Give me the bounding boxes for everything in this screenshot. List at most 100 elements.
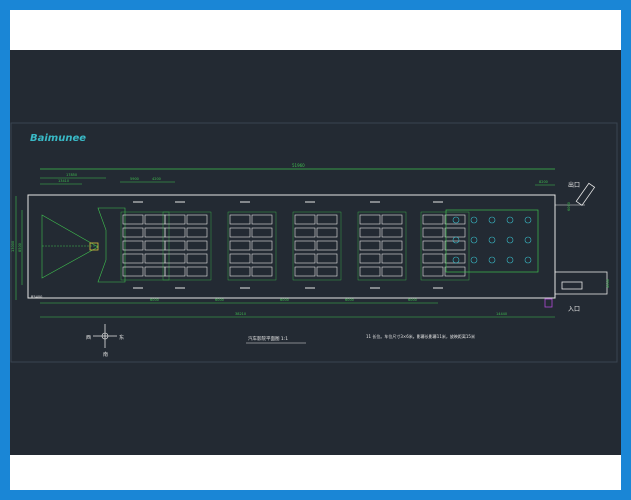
parking-space xyxy=(164,253,186,264)
parking-block xyxy=(357,201,407,289)
parking-space xyxy=(359,266,381,277)
dim-entrance: 4000 xyxy=(606,279,610,288)
parking-space xyxy=(444,227,466,238)
dim-top-mid-2: 4200 xyxy=(152,177,161,181)
dim-bottom-1: 6000 xyxy=(150,298,159,302)
parking-space xyxy=(122,227,144,238)
parking-space xyxy=(229,214,251,225)
parking-space xyxy=(122,266,144,277)
parking-space xyxy=(251,253,273,264)
parking-space xyxy=(144,266,166,277)
parking-block xyxy=(162,201,212,289)
bottom-white-band xyxy=(10,455,621,490)
ticket-booth xyxy=(544,298,553,308)
seating-circle xyxy=(470,256,478,264)
parking-space xyxy=(422,240,444,251)
parking-space xyxy=(294,253,316,264)
parking-space xyxy=(164,240,186,251)
drawing-note: 11 长位。车位尺寸3×6米。影幕长影幕11米，放映距离15米 xyxy=(366,333,475,339)
drawing-title: 汽车影院平面图 1:1 xyxy=(248,335,288,342)
dim-right-vertical: 6000 xyxy=(567,202,571,211)
parking-space xyxy=(229,240,251,251)
parking-space xyxy=(144,227,166,238)
seating-circle xyxy=(506,216,514,224)
entrance-label: 入口 xyxy=(568,306,580,313)
parking-space xyxy=(294,227,316,238)
parking-space xyxy=(251,266,273,277)
projection-cone xyxy=(41,214,99,279)
parking-space xyxy=(294,214,316,225)
cad-canvas[interactable]: Baimunee 51960 17850 13410 5900 4200 820… xyxy=(10,50,621,455)
parking-space xyxy=(186,240,208,251)
parking-space xyxy=(422,227,444,238)
parking-space xyxy=(316,227,338,238)
parking-space xyxy=(316,214,338,225)
parking-space xyxy=(422,266,444,277)
dim-bottom-2: 6000 xyxy=(215,298,224,302)
parking-space xyxy=(359,214,381,225)
seating-circle xyxy=(506,256,514,264)
dim-bottom-5: 6000 xyxy=(408,298,417,302)
compass-icon xyxy=(93,324,117,348)
parking-space xyxy=(251,227,273,238)
parking-space xyxy=(316,266,338,277)
seating-circle xyxy=(506,236,514,244)
dim-bottom-3: 6000 xyxy=(280,298,289,302)
dim-total: 51960 xyxy=(292,163,305,168)
top-white-band xyxy=(10,10,621,50)
parking-space xyxy=(359,240,381,251)
parking-space xyxy=(422,214,444,225)
parking-space xyxy=(294,266,316,277)
parking-blocks xyxy=(120,201,470,289)
seating-circle xyxy=(488,216,496,224)
parking-space xyxy=(316,253,338,264)
parking-space xyxy=(144,253,166,264)
dim-top-left-1: 17850 xyxy=(66,173,77,177)
parking-space xyxy=(381,240,403,251)
parking-space xyxy=(444,240,466,251)
dim-bottom-total-left: 38210 xyxy=(235,312,246,316)
entrance-road xyxy=(554,271,608,295)
parking-space xyxy=(359,253,381,264)
parking-block xyxy=(292,201,342,289)
parking-space xyxy=(229,266,251,277)
parking-space xyxy=(186,266,208,277)
parking-space xyxy=(381,266,403,277)
parking-space xyxy=(164,214,186,225)
parking-space xyxy=(251,214,273,225)
dim-bottom-4: 6000 xyxy=(345,298,354,302)
parking-block xyxy=(227,201,277,289)
dim-bottom-total-right: 14440 xyxy=(496,312,507,316)
seating-circle xyxy=(452,236,460,244)
parking-space xyxy=(122,253,144,264)
parking-block xyxy=(120,201,170,289)
parking-space xyxy=(164,227,186,238)
seating-circle xyxy=(470,236,478,244)
parking-space xyxy=(122,214,144,225)
parking-space xyxy=(316,240,338,251)
seating-circle xyxy=(470,216,478,224)
logo: Baimunee xyxy=(30,133,86,144)
parking-space xyxy=(186,253,208,264)
parking-space xyxy=(144,214,166,225)
cad-drawing: Baimunee 51960 17850 13410 5900 4200 820… xyxy=(10,122,618,363)
dim-top-left-2: 13410 xyxy=(58,179,69,183)
small-note: R5400 xyxy=(31,295,42,299)
screenshot-frame: Baimunee 51960 17850 13410 5900 4200 820… xyxy=(0,0,631,500)
parking-space xyxy=(381,253,403,264)
compass-east: 东 xyxy=(119,334,124,341)
parking-space xyxy=(359,227,381,238)
parking-space xyxy=(294,240,316,251)
entrance-vehicle xyxy=(561,281,583,290)
seating-circle xyxy=(488,236,496,244)
seating-circle xyxy=(452,216,460,224)
parking-space xyxy=(229,227,251,238)
parking-space xyxy=(422,253,444,264)
parking-space xyxy=(444,266,466,277)
exit-label: 出口 xyxy=(568,181,580,189)
site-outline xyxy=(27,194,556,299)
seating-circle xyxy=(488,256,496,264)
compass-south: 南 xyxy=(103,351,108,358)
dim-top-mid-1: 5900 xyxy=(130,177,139,181)
seating-circle xyxy=(524,216,532,224)
